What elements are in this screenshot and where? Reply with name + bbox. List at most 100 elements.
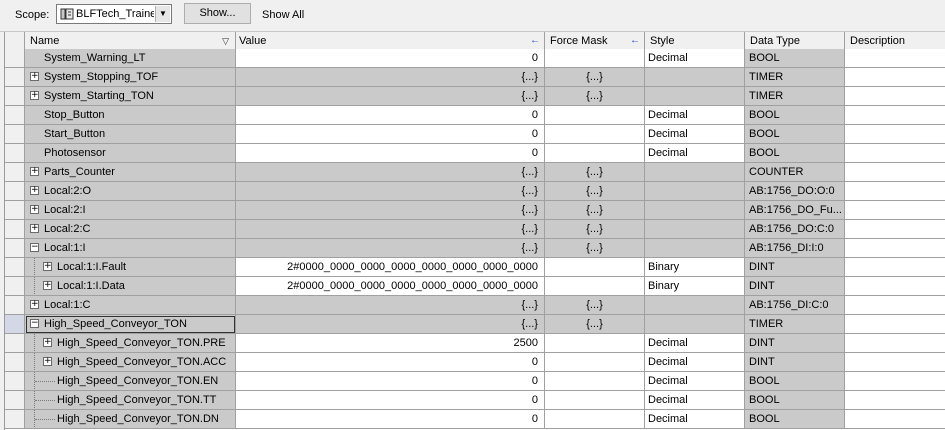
tag-name-cell[interactable]: + High_Speed_Conveyor_TON.ACC xyxy=(25,353,236,372)
tag-name-cell[interactable]: + Local:2:I xyxy=(25,201,236,220)
tag-data-type[interactable]: DINT xyxy=(745,258,845,277)
table-row[interactable]: + Local:1:I.Data 2#0000_0000_0000_0000_000… xyxy=(5,277,945,296)
tag-value[interactable]: 0 xyxy=(236,353,545,372)
tag-data-type[interactable]: AB:1756_DI:C:0 xyxy=(745,296,845,315)
tag-name-cell[interactable]: + Local:1:I.Data xyxy=(25,277,236,296)
table-row[interactable]: + Local:1:C {...} {...} AB:1756_DI:C:0 xyxy=(5,296,945,315)
filter-icon[interactable]: ▽ xyxy=(222,32,229,50)
tag-description[interactable] xyxy=(845,87,945,106)
tag-value[interactable]: 0 xyxy=(236,372,545,391)
tag-style[interactable]: Decimal xyxy=(645,391,745,410)
tag-data-type[interactable]: BOOL xyxy=(745,410,845,429)
tag-data-type[interactable]: TIMER xyxy=(745,315,845,334)
table-row[interactable]: High_Speed_Conveyor_TON.EN 0 Decimal BOOL xyxy=(5,372,945,391)
expand-icon[interactable]: + xyxy=(43,281,52,290)
collapse-icon[interactable]: − xyxy=(30,243,39,252)
table-row[interactable]: + System_Starting_TON {...} {...} TIMER xyxy=(5,87,945,106)
tag-data-type[interactable]: BOOL xyxy=(745,144,845,163)
tag-style[interactable]: Decimal xyxy=(645,106,745,125)
row-selector[interactable] xyxy=(5,353,25,372)
tag-description[interactable] xyxy=(845,410,945,429)
tag-name-cell[interactable]: + Local:2:C xyxy=(25,220,236,239)
row-selector[interactable] xyxy=(5,68,25,87)
tag-description[interactable] xyxy=(845,163,945,182)
tag-data-type[interactable]: BOOL xyxy=(745,391,845,410)
row-selector[interactable] xyxy=(5,391,25,410)
tag-name-cell[interactable]: + High_Speed_Conveyor_TON.PRE xyxy=(25,334,236,353)
row-selector[interactable] xyxy=(5,49,25,68)
row-selector[interactable] xyxy=(5,220,25,239)
tag-data-type[interactable]: BOOL xyxy=(745,49,845,68)
tag-name-cell[interactable]: System_Warning_LT xyxy=(25,49,236,68)
tag-name-cell[interactable]: + Parts_Counter xyxy=(25,163,236,182)
tag-value[interactable]: 0 xyxy=(236,410,545,429)
row-selector[interactable] xyxy=(5,163,25,182)
expand-icon[interactable]: + xyxy=(43,357,52,366)
tag-value[interactable]: 2#0000_0000_0000_0000_0000_0000_0000_000… xyxy=(236,258,545,277)
tag-name-cell[interactable]: High_Speed_Conveyor_TON.DN xyxy=(25,410,236,429)
tag-description[interactable] xyxy=(845,49,945,68)
row-selector[interactable] xyxy=(5,277,25,296)
table-row[interactable]: + High_Speed_Conveyor_TON.PRE 2500 Decimal D… xyxy=(5,334,945,353)
tag-value[interactable]: 0 xyxy=(236,106,545,125)
table-row[interactable]: High_Speed_Conveyor_TON.TT 0 Decimal BOOL xyxy=(5,391,945,410)
tag-name-cell[interactable]: + Local:1:C xyxy=(25,296,236,315)
tag-description[interactable] xyxy=(845,201,945,220)
tag-style[interactable]: Decimal xyxy=(645,125,745,144)
row-selector[interactable] xyxy=(5,144,25,163)
row-selector[interactable] xyxy=(5,315,25,334)
tag-data-type[interactable]: BOOL xyxy=(745,125,845,144)
tag-name-cell[interactable]: Stop_Button xyxy=(25,106,236,125)
table-row[interactable]: + Local:2:I {...} {...} AB:1756_DO_Fu... xyxy=(5,201,945,220)
table-row[interactable]: + Local:2:O {...} {...} AB:1756_DO:O:0 xyxy=(5,182,945,201)
tag-description[interactable] xyxy=(845,106,945,125)
tag-style[interactable]: Decimal xyxy=(645,372,745,391)
expand-icon[interactable]: + xyxy=(30,167,39,176)
tag-name-cell[interactable]: High_Speed_Conveyor_TON.TT xyxy=(25,391,236,410)
tag-style[interactable]: Decimal xyxy=(645,353,745,372)
expand-icon[interactable]: + xyxy=(43,262,52,271)
table-row[interactable]: + Local:2:C {...} {...} AB:1756_DO:C:0 xyxy=(5,220,945,239)
tag-style[interactable]: Decimal xyxy=(645,49,745,68)
tag-style[interactable]: Decimal xyxy=(645,334,745,353)
tag-name-cell[interactable]: + Local:2:O xyxy=(25,182,236,201)
tag-description[interactable] xyxy=(845,353,945,372)
tag-data-type[interactable]: DINT xyxy=(745,353,845,372)
expand-icon[interactable]: + xyxy=(30,91,39,100)
tag-description[interactable] xyxy=(845,391,945,410)
row-selector[interactable] xyxy=(5,258,25,277)
table-row[interactable]: Stop_Button 0 Decimal BOOL xyxy=(5,106,945,125)
tag-value[interactable]: 0 xyxy=(236,125,545,144)
tag-name-cell[interactable]: + System_Stopping_TOF xyxy=(25,68,236,87)
table-row[interactable]: Start_Button 0 Decimal BOOL xyxy=(5,125,945,144)
tag-data-type[interactable]: DINT xyxy=(745,334,845,353)
scope-dropdown[interactable]: BLFTech_Traine ▼ xyxy=(56,4,172,24)
row-selector[interactable] xyxy=(5,201,25,220)
tag-data-type[interactable]: TIMER xyxy=(745,87,845,106)
tag-description[interactable] xyxy=(845,277,945,296)
expand-icon[interactable]: + xyxy=(30,205,39,214)
tag-data-type[interactable]: BOOL xyxy=(745,372,845,391)
tag-description[interactable] xyxy=(845,68,945,87)
row-selector[interactable] xyxy=(5,87,25,106)
tag-value[interactable]: 2#0000_0000_0000_0000_0000_0000_0000_000… xyxy=(236,277,545,296)
tag-description[interactable] xyxy=(845,334,945,353)
expand-icon[interactable]: + xyxy=(30,300,39,309)
tag-name-cell[interactable]: + System_Starting_TON xyxy=(25,87,236,106)
tag-style[interactable]: Decimal xyxy=(645,410,745,429)
row-selector[interactable] xyxy=(5,125,25,144)
tag-description[interactable] xyxy=(845,182,945,201)
show-button[interactable]: Show... xyxy=(184,3,251,24)
tag-name-cell[interactable]: + Local:1:I.Fault xyxy=(25,258,236,277)
tag-description[interactable] xyxy=(845,144,945,163)
tag-description[interactable] xyxy=(845,125,945,144)
tag-data-type[interactable]: COUNTER xyxy=(745,163,845,182)
tag-description[interactable] xyxy=(845,220,945,239)
row-selector[interactable] xyxy=(5,182,25,201)
tag-description[interactable] xyxy=(845,239,945,258)
tag-data-type[interactable]: BOOL xyxy=(745,106,845,125)
table-row[interactable]: − High_Speed_Conveyor_TON {...} {...} TIMER xyxy=(5,315,945,334)
tag-name-cell[interactable]: − High_Speed_Conveyor_TON xyxy=(25,315,236,334)
tag-data-type[interactable]: DINT xyxy=(745,277,845,296)
table-row[interactable]: − Local:1:I {...} {...} AB:1756_DI:I:0 xyxy=(5,239,945,258)
